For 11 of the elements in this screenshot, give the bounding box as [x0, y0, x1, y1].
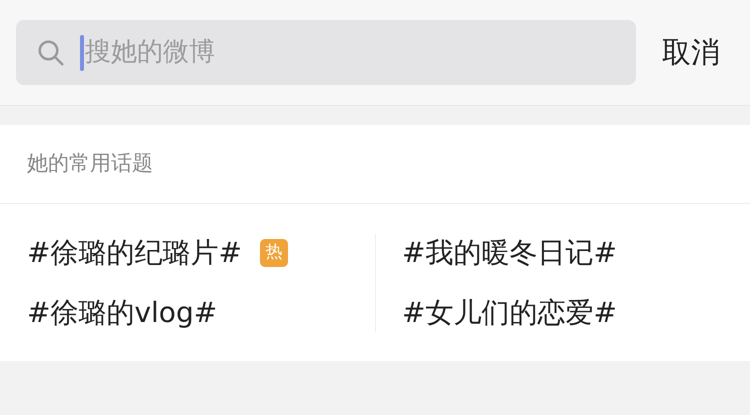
search-field[interactable]: 搜她的微博	[16, 20, 636, 85]
topic-link[interactable]: #徐璐的纪璐片#	[27, 232, 242, 274]
hot-badge: 热	[260, 238, 288, 266]
topic-link[interactable]: #我的暖冬日记#	[402, 232, 617, 274]
search-icon	[36, 38, 66, 68]
search-input[interactable]: 搜她的微博	[85, 33, 636, 72]
topic-link[interactable]: #女儿们的恋爱#	[402, 292, 617, 334]
text-cursor	[80, 34, 84, 70]
section-title: 她的常用话题	[27, 150, 153, 178]
topic-link[interactable]: #徐璐的vlog#	[27, 292, 218, 334]
cancel-button[interactable]: 取消	[662, 30, 720, 74]
